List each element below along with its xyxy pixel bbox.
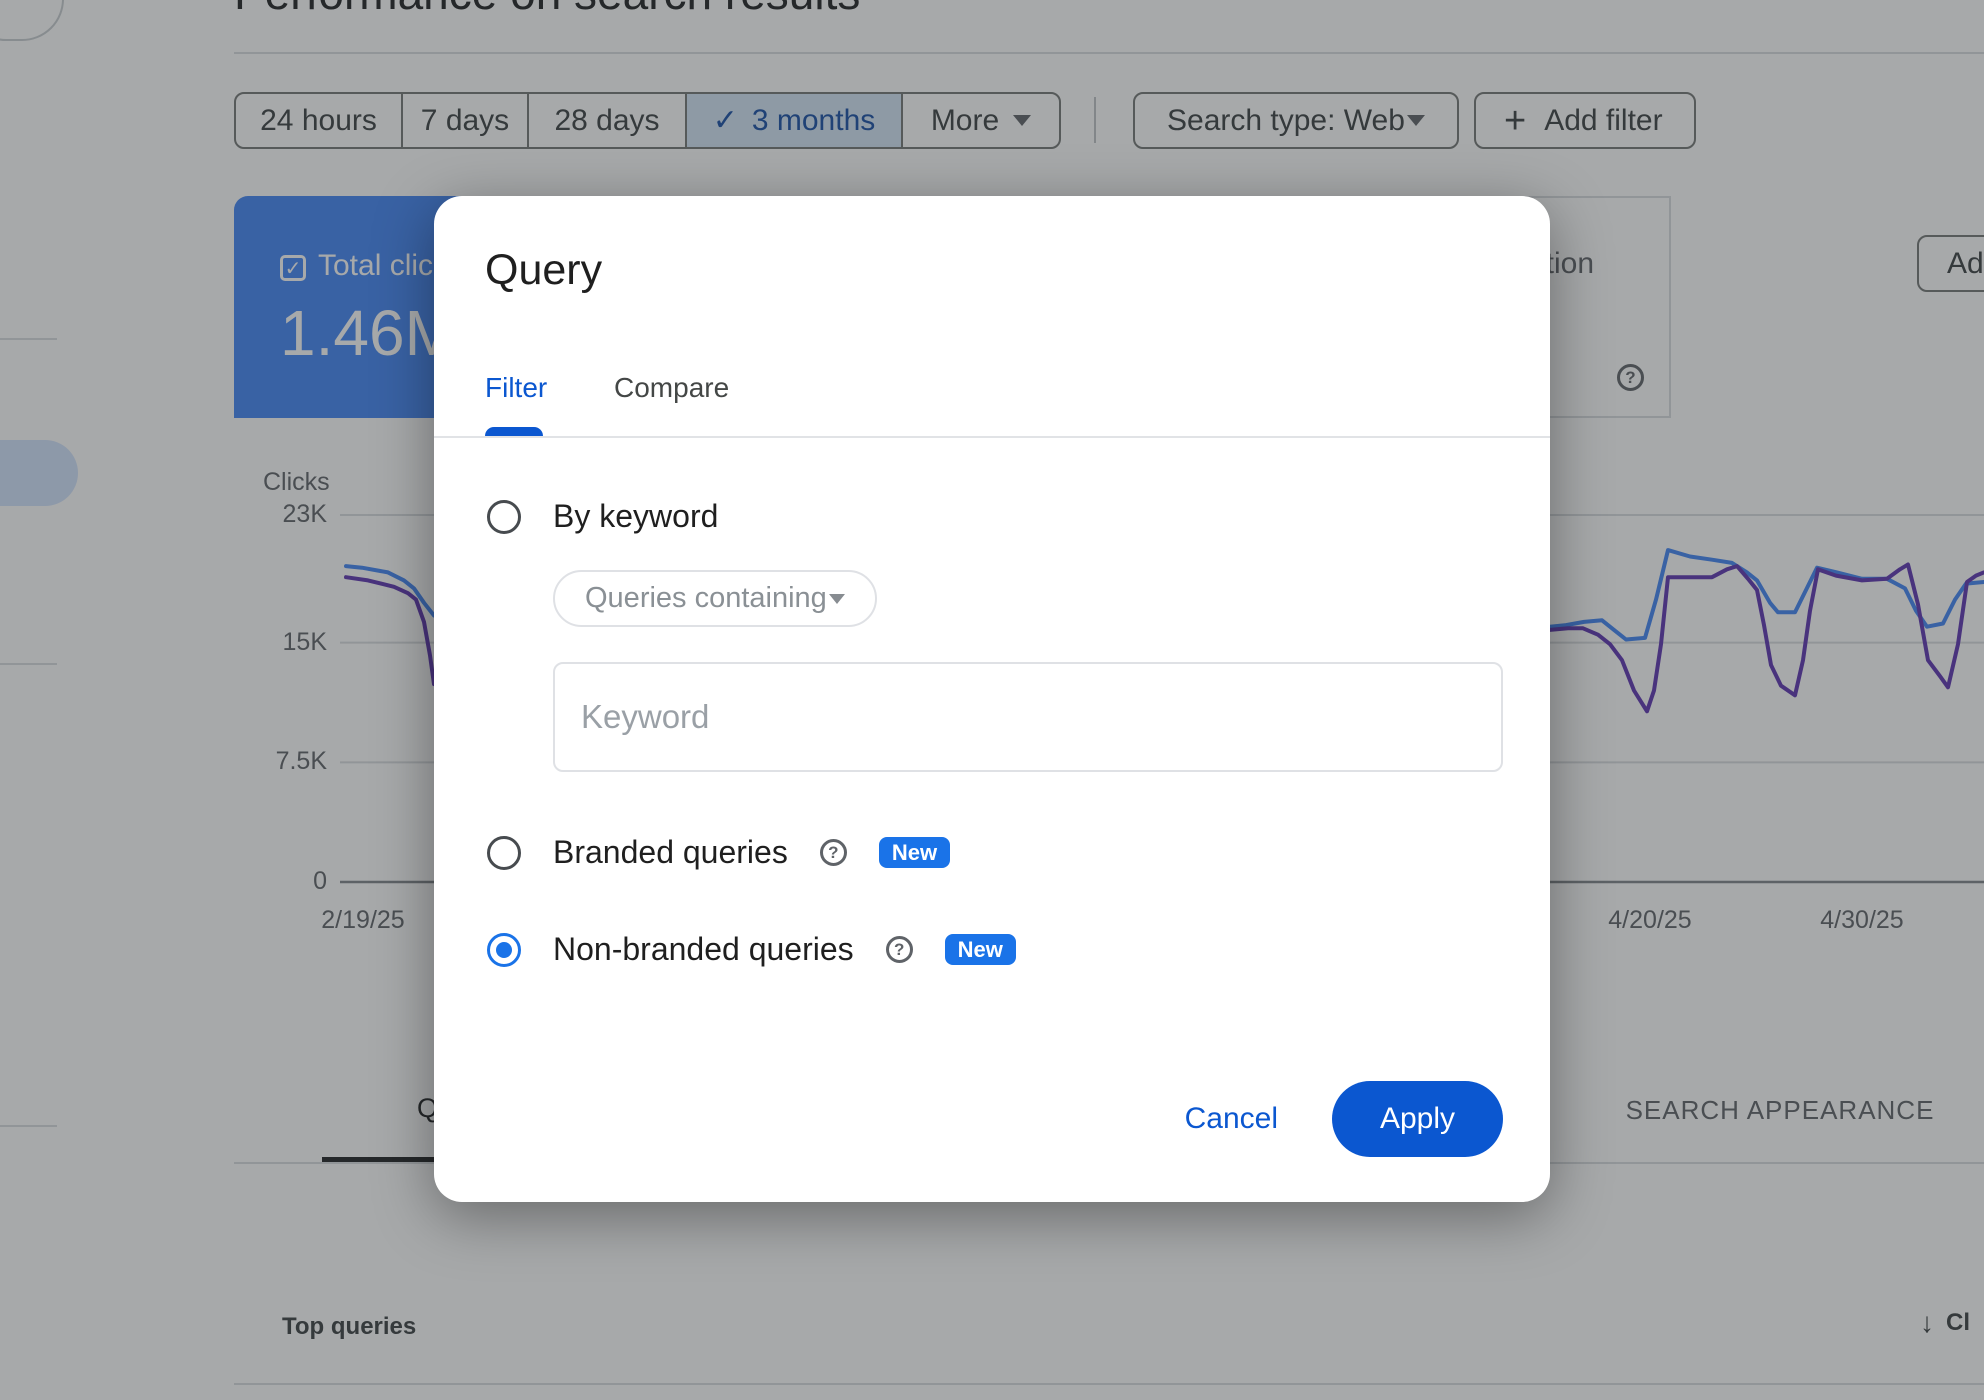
dialog-active-tab-indicator (485, 427, 543, 436)
apply-button[interactable]: Apply (1332, 1081, 1503, 1157)
help-icon[interactable]: ? (885, 936, 913, 963)
new-badge: New (944, 934, 1016, 965)
match-type-dropdown[interactable]: Queries containing (553, 570, 877, 627)
option-label: By keyword (553, 498, 719, 534)
dialog-actions: Cancel Apply (1175, 1081, 1503, 1157)
option-non-branded-queries[interactable]: Non-branded queries ? New (487, 931, 1016, 968)
radio-dot (496, 941, 512, 958)
option-label: Branded queries (553, 834, 788, 870)
dialog-title: Query (485, 246, 603, 294)
dialog-tab-divider (434, 436, 1550, 438)
help-icon[interactable]: ? (819, 839, 847, 866)
radio-button[interactable] (487, 499, 521, 534)
query-filter-dialog: Query Filter Compare By keyword Queries … (434, 196, 1550, 1202)
match-type-value: Queries containing (585, 582, 827, 614)
tab-compare[interactable]: Compare (614, 372, 729, 404)
option-branded-queries[interactable]: Branded queries ? New (487, 834, 951, 871)
caret-down-icon (829, 593, 845, 604)
cancel-button[interactable]: Cancel (1175, 1102, 1288, 1136)
radio-button[interactable] (487, 835, 521, 870)
radio-button-selected[interactable] (487, 932, 521, 967)
tab-filter[interactable]: Filter (485, 372, 547, 404)
option-by-keyword[interactable]: By keyword (487, 498, 718, 535)
search-console-performance-page: Performance on search results 24 hours 7… (0, 0, 1984, 1400)
new-badge: New (878, 837, 951, 868)
keyword-input[interactable] (553, 662, 1503, 772)
option-label: Non-branded queries (553, 931, 854, 967)
